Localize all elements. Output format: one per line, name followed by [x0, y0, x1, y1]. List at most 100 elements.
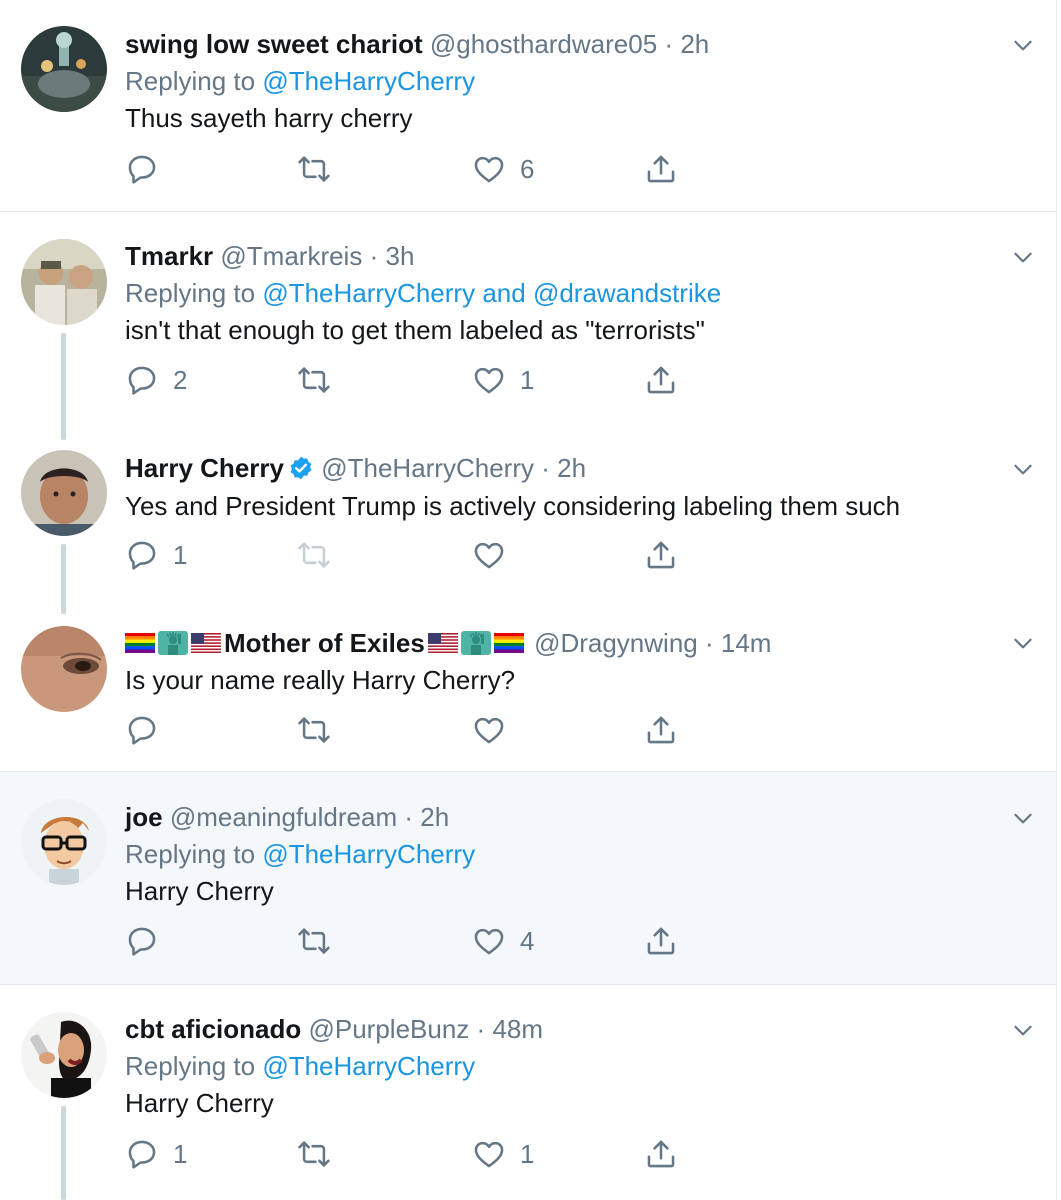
tweet-header: joe @meaningfuldream · 2h: [125, 801, 449, 833]
heart-icon: [472, 1137, 506, 1171]
separator-dot: ·: [404, 802, 414, 832]
tweet-3[interactable]: Harry Cherry @TheHarryCherry · 2h Yes an…: [0, 437, 1056, 614]
chevron-down-icon[interactable]: [1010, 805, 1036, 831]
avatar[interactable]: [21, 626, 107, 712]
tweet-2[interactable]: Tmarkr @Tmarkreis · 3h Replying to @TheH…: [0, 212, 1056, 440]
reply-button[interactable]: 1: [125, 535, 187, 575]
share-button[interactable]: [644, 921, 678, 961]
timestamp[interactable]: 3h: [385, 241, 414, 271]
chevron-down-icon[interactable]: [1010, 630, 1036, 656]
like-button[interactable]: 1: [472, 1134, 534, 1174]
tweet-text: Is your name really Harry Cherry?: [125, 665, 516, 695]
chevron-down-icon[interactable]: [1010, 1017, 1036, 1043]
separator-dot: ·: [664, 29, 674, 59]
replying-to: Replying to @TheHarryCherry: [125, 838, 475, 870]
like-button[interactable]: [472, 535, 520, 575]
display-name[interactable]: joe: [125, 802, 163, 832]
retweet-button[interactable]: [297, 360, 345, 400]
like-button[interactable]: [472, 710, 520, 750]
heart-icon: [472, 363, 506, 397]
reply-count: 2: [173, 364, 188, 395]
retweet-icon: [297, 1137, 331, 1171]
user-handle[interactable]: @TheHarryCherry: [321, 453, 534, 483]
tweet-5[interactable]: joe @meaningfuldream · 2h Replying to @T…: [0, 772, 1056, 985]
user-handle[interactable]: @meaningfuldream: [170, 802, 397, 832]
reply-icon: [125, 1137, 159, 1171]
tweet-text: Thus sayeth harry cherry: [125, 103, 413, 133]
mention-link-2[interactable]: @drawandstrike: [533, 278, 721, 308]
mention-link[interactable]: @TheHarryCherry: [262, 278, 475, 308]
avatar[interactable]: [21, 239, 107, 325]
reply-count: 1: [173, 539, 188, 570]
tweet-4[interactable]: Mother of Exiles @Dragynwing · 14m Is yo…: [0, 607, 1056, 772]
retweet-icon: [297, 924, 331, 958]
timestamp[interactable]: 2h: [680, 29, 709, 59]
display-name-with-emoji[interactable]: Mother of Exiles: [125, 628, 527, 658]
retweet-button[interactable]: [297, 710, 345, 750]
user-handle[interactable]: @Tmarkreis: [220, 241, 362, 271]
display-name[interactable]: swing low sweet chariot: [125, 29, 423, 59]
retweet-icon: [297, 363, 331, 397]
retweet-icon: [297, 538, 331, 572]
like-button[interactable]: 1: [472, 360, 534, 400]
reply-icon: [125, 713, 159, 747]
action-bar: 1: [125, 535, 685, 575]
heart-icon: [472, 538, 506, 572]
retweet-button[interactable]: [297, 921, 345, 961]
replying-to-label: Replying to: [125, 1051, 256, 1081]
share-icon: [644, 152, 678, 186]
tweet-6[interactable]: cbt aficionado @PurpleBunz · 48m Replyin…: [0, 985, 1056, 1200]
timestamp[interactable]: 48m: [492, 1014, 543, 1044]
share-icon: [644, 538, 678, 572]
avatar[interactable]: [21, 26, 107, 112]
tweet-header: Tmarkr @Tmarkreis · 3h: [125, 240, 414, 272]
reply-button[interactable]: [125, 710, 173, 750]
share-button[interactable]: [644, 710, 678, 750]
reply-button[interactable]: 1: [125, 1134, 187, 1174]
like-button[interactable]: 6: [472, 149, 534, 189]
reply-icon: [125, 924, 159, 958]
user-handle[interactable]: @PurpleBunz: [308, 1014, 469, 1044]
tweet-header: Harry Cherry @TheHarryCherry · 2h: [125, 452, 586, 484]
reply-button[interactable]: [125, 921, 173, 961]
mention-link[interactable]: @TheHarryCherry: [262, 66, 475, 96]
timestamp[interactable]: 2h: [420, 802, 449, 832]
us-flag-icon: [428, 631, 458, 655]
replying-and: and: [482, 278, 526, 308]
display-name[interactable]: Harry Cherry: [125, 453, 284, 483]
heart-icon: [472, 713, 506, 747]
avatar[interactable]: [21, 799, 107, 885]
chevron-down-icon[interactable]: [1010, 244, 1036, 270]
retweet-button[interactable]: [297, 1134, 345, 1174]
like-button[interactable]: 4: [472, 921, 534, 961]
share-button[interactable]: [644, 149, 678, 189]
replying-to: Replying to @TheHarryCherry: [125, 1050, 475, 1082]
display-name[interactable]: cbt aficionado: [125, 1014, 301, 1044]
user-handle[interactable]: @ghosthardware05: [430, 29, 657, 59]
replying-to: Replying to @TheHarryCherry and @drawand…: [125, 277, 721, 309]
retweet-button[interactable]: [297, 149, 345, 189]
like-count: 4: [520, 925, 535, 956]
user-handle[interactable]: @Dragynwing: [534, 628, 698, 658]
share-button[interactable]: [644, 1134, 678, 1174]
action-bar: 4: [125, 921, 685, 961]
reply-icon: [125, 152, 159, 186]
separator-dot: ·: [704, 628, 714, 658]
avatar[interactable]: [21, 1012, 107, 1098]
reply-button[interactable]: [125, 149, 173, 189]
tweet-text: Harry Cherry: [125, 876, 274, 906]
avatar[interactable]: [21, 450, 107, 536]
tweet-1[interactable]: swing low sweet chariot @ghosthardware05…: [0, 0, 1056, 212]
display-name[interactable]: Tmarkr: [125, 241, 213, 271]
mention-link[interactable]: @TheHarryCherry: [262, 1051, 475, 1081]
reply-button[interactable]: 2: [125, 360, 187, 400]
timestamp[interactable]: 2h: [557, 453, 586, 483]
chevron-down-icon[interactable]: [1010, 456, 1036, 482]
share-button[interactable]: [644, 360, 678, 400]
heart-icon: [472, 924, 506, 958]
reply-count: 1: [173, 1138, 188, 1169]
timestamp[interactable]: 14m: [721, 628, 772, 658]
mention-link[interactable]: @TheHarryCherry: [262, 839, 475, 869]
chevron-down-icon[interactable]: [1010, 32, 1036, 58]
share-button[interactable]: [644, 535, 678, 575]
